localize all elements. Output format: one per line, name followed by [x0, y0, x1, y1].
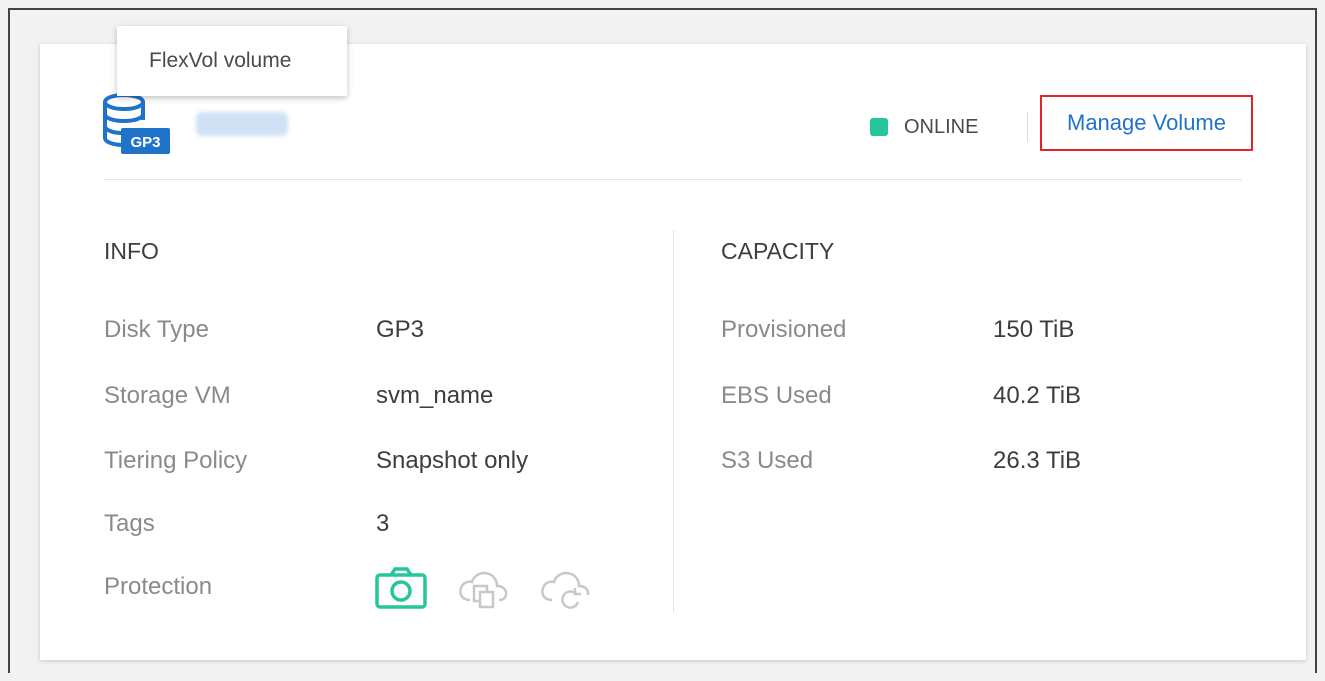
snapshot-camera-icon[interactable] — [374, 566, 428, 615]
status-indicator — [870, 118, 888, 136]
capacity-label-provisioned: Provisioned — [721, 316, 847, 343]
capacity-section-title: CAPACITY — [721, 238, 835, 264]
capacity-label-s3-used: S3 Used — [721, 447, 814, 474]
capacity-value-ebs-used: 40.2 TiB — [993, 382, 1082, 409]
volume-status: ONLINE — [870, 112, 978, 142]
info-value-storage-vm: svm_name — [376, 382, 494, 409]
volume-type-tooltip: FlexVol volume — [117, 26, 347, 96]
header-separator — [104, 179, 1242, 180]
info-value-disk-type: GP3 — [376, 316, 425, 343]
info-label-disk-type: Disk Type — [104, 316, 209, 343]
column-separator — [673, 230, 674, 612]
info-value-tiering-policy: Snapshot only — [376, 447, 529, 474]
replication-icon[interactable] — [456, 566, 512, 619]
info-label-tiering-policy: Tiering Policy — [104, 447, 248, 474]
capacity-value-s3-used: 26.3 TiB — [993, 447, 1082, 474]
cloud-backup-icon[interactable] — [538, 566, 594, 619]
info-label-protection: Protection — [104, 573, 213, 600]
capacity-value-provisioned: 150 TiB — [993, 316, 1075, 343]
capacity-label-ebs-used: EBS Used — [721, 382, 832, 409]
database-icon: GP3 — [102, 92, 172, 158]
manage-volume-button[interactable]: Manage Volume — [1040, 95, 1253, 151]
info-value-tags[interactable]: 3 — [376, 510, 389, 538]
header-divider — [1027, 112, 1028, 142]
volume-icon-badge: GP3 — [130, 134, 160, 151]
info-label-storage-vm: Storage VM — [104, 382, 231, 409]
info-label-tags: Tags — [104, 510, 155, 537]
info-section-title: INFO — [104, 238, 159, 264]
status-label: ONLINE — [904, 115, 979, 138]
volume-name-redacted — [196, 112, 288, 136]
